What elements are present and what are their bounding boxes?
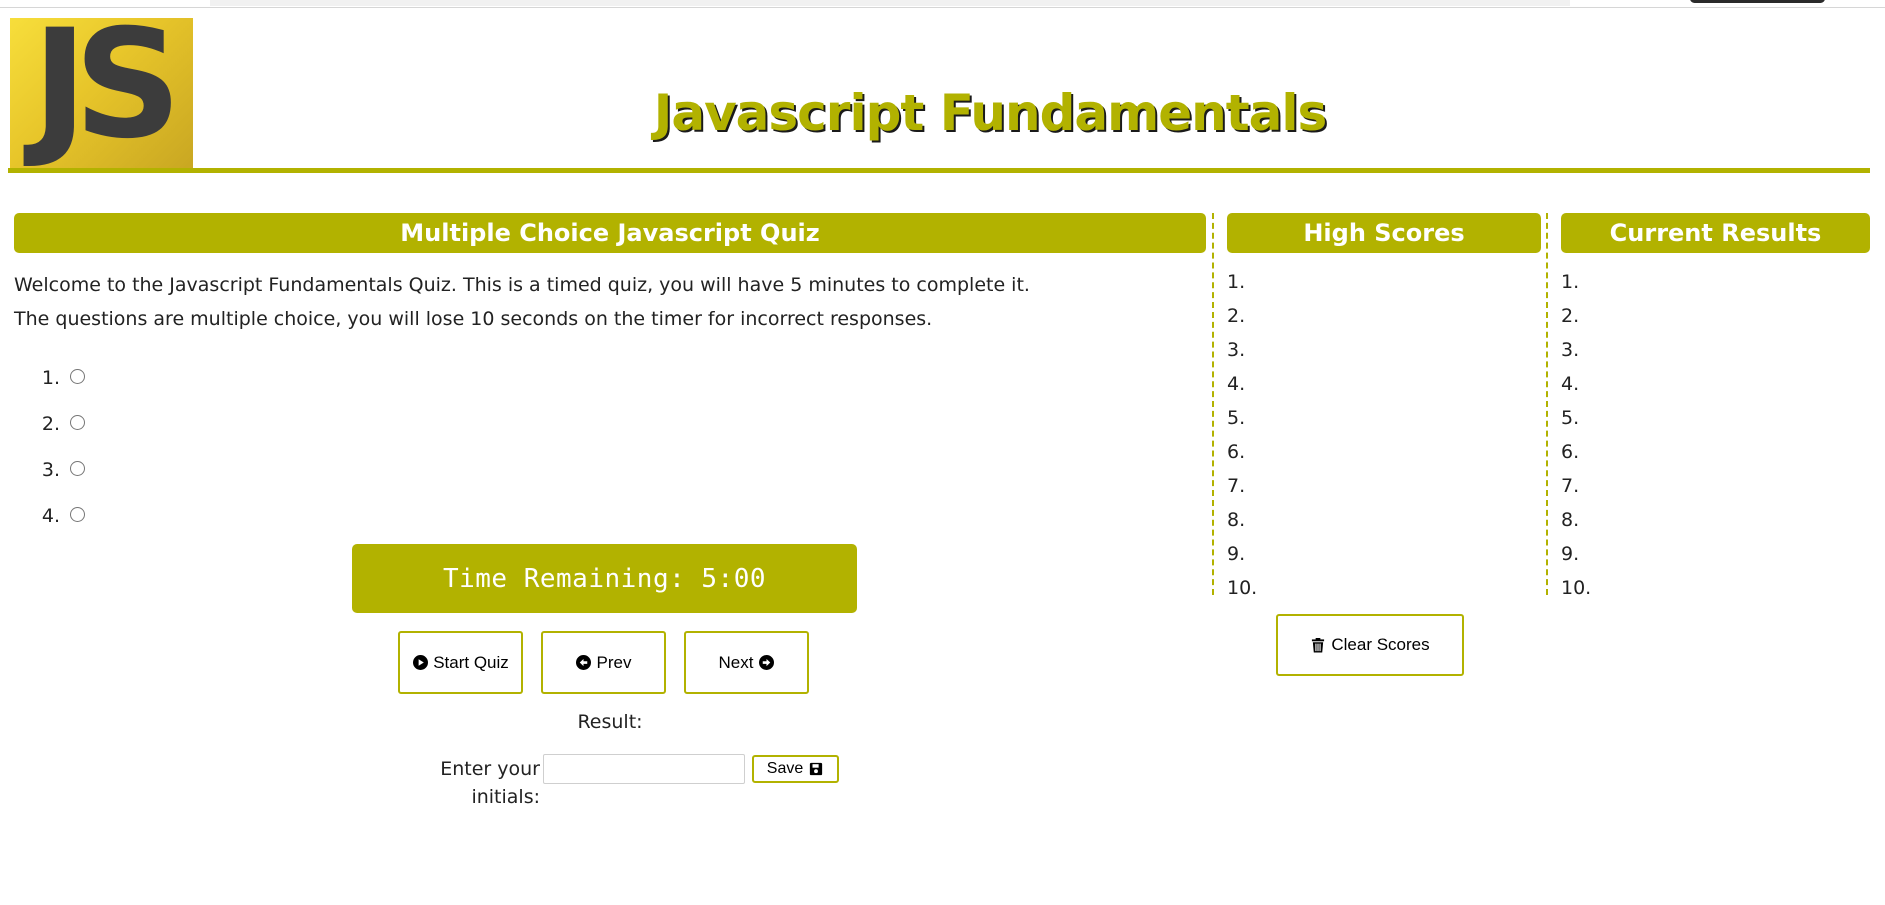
clear-scores-label: Clear Scores — [1331, 635, 1430, 654]
current-results-list: 1. 2. 3. 4. 5. 6. 7. 8. 9. 10. — [1561, 265, 1861, 605]
high-score-item: 3. — [1227, 339, 1246, 361]
choice-radio[interactable] — [70, 506, 85, 522]
browser-top-edge — [0, 0, 1885, 8]
current-result-item: 8. — [1561, 509, 1580, 531]
page-title: Javascript Fundamentals — [653, 84, 1328, 142]
arrow-right-circle-icon — [758, 655, 774, 671]
answer-choice[interactable]: 2. — [30, 401, 430, 447]
answer-choices: 1. 2. 3. 4. — [30, 355, 430, 539]
high-score-item: 10. — [1227, 577, 1258, 599]
current-result-item: 10. — [1561, 577, 1592, 599]
play-circle-icon — [412, 655, 428, 671]
high-score-item: 9. — [1227, 543, 1246, 565]
high-score-item: 4. — [1227, 373, 1246, 395]
column-divider-left — [1212, 213, 1214, 595]
intro-line-1: Welcome to the Javascript Fundamentals Q… — [14, 274, 1030, 296]
save-button[interactable]: Save — [752, 755, 839, 783]
answer-choice[interactable]: 1. — [30, 355, 430, 401]
initials-label: Enter your initials: — [440, 758, 540, 808]
current-result-item: 9. — [1561, 543, 1580, 565]
trash-icon — [1310, 637, 1326, 653]
choice-number: 4. — [41, 505, 60, 527]
current-result-item: 2. — [1561, 305, 1580, 327]
choice-radio[interactable] — [70, 414, 85, 430]
high-score-item: 2. — [1227, 305, 1246, 327]
start-quiz-button[interactable]: Start Quiz — [398, 631, 523, 694]
time-remaining-display: Time Remaining: 5:00 — [352, 544, 857, 613]
js-logo-text: JS — [32, 18, 182, 168]
header-divider — [8, 168, 1870, 173]
browser-control-pill — [1690, 0, 1825, 3]
current-result-item: 5. — [1561, 407, 1580, 429]
choice-number: 2. — [41, 413, 60, 435]
arrow-left-circle-icon — [576, 655, 592, 671]
js-logo: JS — [10, 18, 193, 168]
high-score-item: 5. — [1227, 407, 1246, 429]
choice-number: 3. — [41, 459, 60, 481]
quiz-heading: Multiple Choice Javascript Quiz — [14, 213, 1206, 253]
initials-input[interactable] — [543, 754, 745, 784]
next-label: Next — [718, 652, 754, 672]
current-results-heading: Current Results — [1561, 213, 1870, 253]
high-score-item: 7. — [1227, 475, 1246, 497]
current-result-item: 3. — [1561, 339, 1580, 361]
save-label: Save — [766, 760, 804, 777]
quiz-intro: Welcome to the Javascript Fundamentals Q… — [14, 268, 1194, 336]
high-score-item: 6. — [1227, 441, 1246, 463]
answer-choice[interactable]: 3. — [30, 447, 430, 493]
high-scores-heading: High Scores — [1227, 213, 1541, 253]
choice-radio[interactable] — [70, 460, 85, 476]
choice-radio[interactable] — [70, 368, 85, 384]
intro-line-2: The questions are multiple choice, you w… — [14, 308, 933, 330]
choice-number: 1. — [41, 367, 60, 389]
current-result-item: 4. — [1561, 373, 1580, 395]
result-label: Result: — [577, 711, 643, 733]
current-result-item: 6. — [1561, 441, 1580, 463]
prev-label: Prev — [596, 652, 632, 672]
high-scores-list: 1. 2. 3. 4. 5. 6. 7. 8. 9. 10. — [1227, 265, 1527, 605]
start-quiz-label: Start Quiz — [433, 652, 509, 672]
answer-choice[interactable]: 4. — [30, 493, 430, 539]
address-bar-shade — [210, 0, 1570, 6]
clear-scores-button[interactable]: Clear Scores — [1276, 614, 1464, 676]
prev-button[interactable]: Prev — [541, 631, 666, 694]
column-divider-right — [1546, 213, 1548, 595]
current-result-item: 1. — [1561, 271, 1580, 293]
next-button[interactable]: Next — [684, 631, 809, 694]
high-score-item: 8. — [1227, 509, 1246, 531]
high-score-item: 1. — [1227, 271, 1246, 293]
current-result-item: 7. — [1561, 475, 1580, 497]
floppy-disk-icon — [808, 761, 824, 777]
